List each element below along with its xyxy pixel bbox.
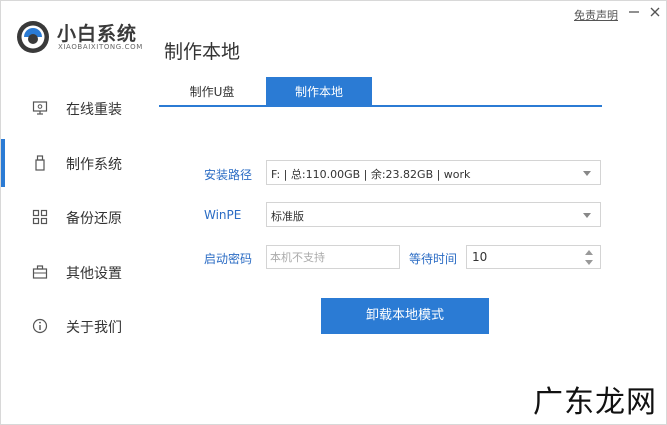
sidebar-item-label: 关于我们 xyxy=(66,320,122,336)
decrement-icon[interactable] xyxy=(585,260,593,265)
sidebar-item-other-settings[interactable]: 其他设置 xyxy=(1,247,151,297)
page-title: 制作本地 xyxy=(164,41,241,63)
logo-icon xyxy=(17,21,49,53)
chevron-down-icon xyxy=(583,171,591,176)
grid-icon xyxy=(32,209,48,225)
sidebar-item-label: 其他设置 xyxy=(66,266,122,282)
wait-time-value: 10 xyxy=(472,250,488,264)
close-icon[interactable] xyxy=(648,5,662,19)
sidebar-item-make-system[interactable]: 制作系统 xyxy=(1,138,151,188)
sidebar-item-backup-restore[interactable]: 备份还原 xyxy=(1,192,151,242)
usb-drive-icon xyxy=(35,155,45,171)
uninstall-local-mode-button[interactable]: 卸载本地模式 xyxy=(321,298,489,334)
sidebar-item-label: 制作系统 xyxy=(66,157,122,173)
winpe-label: WinPE xyxy=(204,208,242,222)
disclaimer-link[interactable]: 免责声明 xyxy=(574,7,618,23)
briefcase-icon xyxy=(32,265,48,279)
sidebar-item-label: 备份还原 xyxy=(66,211,122,227)
winpe-select[interactable]: 标准版 xyxy=(266,202,601,227)
info-icon xyxy=(32,318,48,334)
sidebar-item-online-reinstall[interactable]: 在线重装 xyxy=(1,83,151,133)
tab-make-local[interactable]: 制作本地 xyxy=(266,77,372,107)
sidebar-item-label: 在线重装 xyxy=(66,102,122,118)
brand-subtitle: XIAOBAIXITONG.COM xyxy=(58,43,143,51)
tab-underline xyxy=(159,105,602,107)
wait-time-stepper[interactable]: 10 xyxy=(466,245,601,269)
increment-icon[interactable] xyxy=(585,250,593,255)
monitor-icon xyxy=(32,101,48,115)
install-path-value: F: | 总:110.00GB | 余:23.82GB | work xyxy=(271,168,471,181)
chevron-down-icon xyxy=(583,213,591,218)
tab-make-usb[interactable]: 制作U盘 xyxy=(159,77,265,107)
install-path-select[interactable]: F: | 总:110.00GB | 余:23.82GB | work xyxy=(266,160,601,185)
boot-password-input[interactable] xyxy=(266,245,400,269)
watermark: 广东龙网 xyxy=(533,385,657,420)
wait-time-label: 等待时间 xyxy=(409,252,458,266)
minimize-icon[interactable] xyxy=(627,5,641,19)
winpe-value: 标准版 xyxy=(271,210,304,223)
brand-name: 小白系统 xyxy=(57,23,138,45)
boot-password-label: 启动密码 xyxy=(204,252,253,266)
install-path-label: 安装路径 xyxy=(204,168,253,182)
app-window: 小白系统 XIAOBAIXITONG.COM 制作本地 免责声明 在线重装 制作… xyxy=(0,0,667,425)
sidebar-item-about-us[interactable]: 关于我们 xyxy=(1,301,151,351)
